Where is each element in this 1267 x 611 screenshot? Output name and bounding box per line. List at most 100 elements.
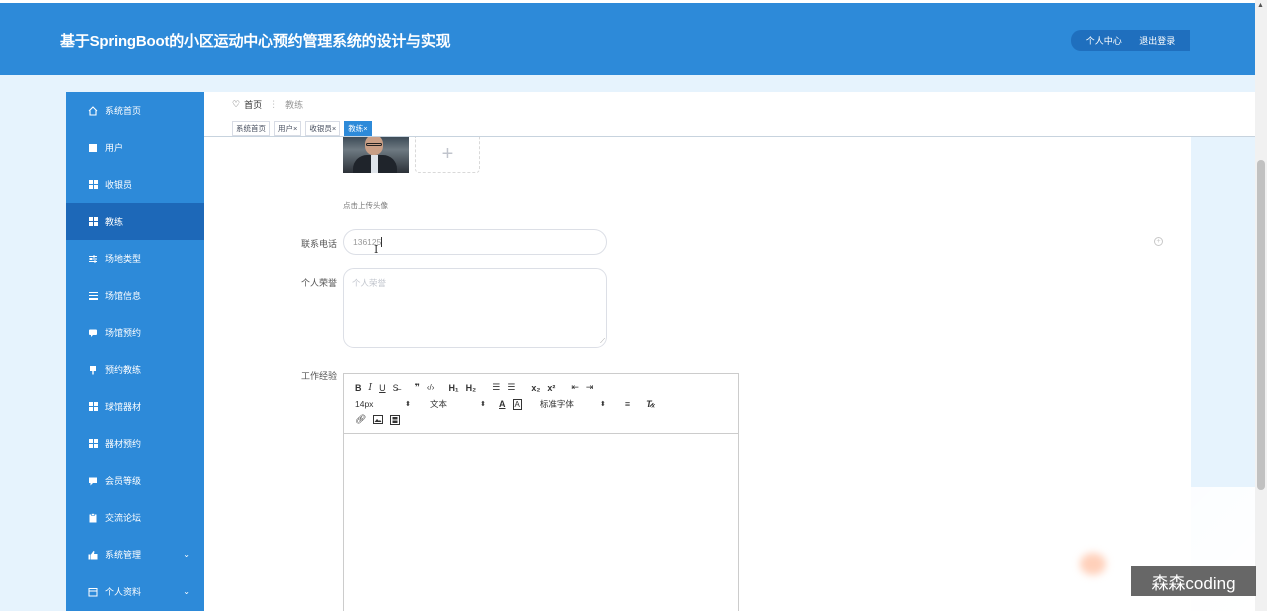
- bullet-list-icon[interactable]: ☰: [507, 382, 515, 393]
- avatar-upload-button[interactable]: +: [415, 137, 480, 173]
- add-circle-icon[interactable]: +: [1154, 237, 1163, 246]
- font-size-select[interactable]: 14px ⬍: [355, 399, 417, 409]
- select-arrow-icon: ⬍: [405, 401, 411, 408]
- sidebar-item-label: 用户: [105, 143, 124, 153]
- avatar-preview[interactable]: [343, 137, 409, 173]
- font-family-value: 标准字体: [539, 399, 574, 409]
- logout-link[interactable]: 退出登录: [1139, 34, 1175, 47]
- background-color-icon[interactable]: A: [512, 398, 522, 410]
- grid-icon: [88, 439, 98, 449]
- chevron-down-icon: ⌄: [183, 587, 190, 596]
- select-arrow-icon: ⬍: [480, 401, 486, 408]
- heading2-icon[interactable]: H₂: [466, 383, 477, 393]
- blockquote-icon[interactable]: ❞: [415, 382, 420, 393]
- sidebar-item-venue-booking[interactable]: 场馆预约: [66, 314, 204, 351]
- honor-placeholder: 个人荣誉: [352, 278, 387, 288]
- scrollbar-thumb[interactable]: [1257, 160, 1265, 490]
- code-icon[interactable]: ‹/›: [427, 383, 435, 392]
- chevron-down-icon: ⌄: [183, 550, 190, 559]
- text-type-select[interactable]: 文本 ⬍: [430, 398, 492, 410]
- upload-hint: 点击上传头像: [343, 201, 388, 210]
- sidebar-item-label: 场馆预约: [105, 328, 142, 338]
- tab-cashier[interactable]: 收银员 ×: [305, 121, 341, 136]
- breadcrumb: ♡ 首页 ⋮ 教练: [232, 98, 303, 111]
- sidebar-item-label: 交流论坛: [105, 513, 142, 523]
- align-icon[interactable]: ≡: [625, 399, 630, 409]
- home-icon: [88, 105, 98, 116]
- subscript-icon[interactable]: x₂: [531, 383, 540, 393]
- calendar-icon: [88, 587, 98, 597]
- sidebar-item-home[interactable]: 系统首页: [66, 92, 204, 129]
- font-size-value: 14px: [355, 399, 374, 409]
- image-icon[interactable]: [373, 415, 384, 424]
- italic-icon[interactable]: I: [369, 383, 373, 393]
- phone-input[interactable]: 136125: [343, 229, 607, 255]
- watermark-glow: [1080, 553, 1106, 575]
- tab-home[interactable]: 系统首页: [232, 121, 270, 136]
- bold-icon[interactable]: B: [355, 383, 362, 393]
- link-icon[interactable]: 🔗︎: [355, 414, 366, 425]
- breadcrumb-separator: ⋮: [269, 99, 279, 109]
- app-title: 基于SpringBoot的小区运动中心预约管理系统的设计与实现: [60, 33, 451, 50]
- sidebar-item-label: 预约教练: [105, 365, 142, 375]
- grid-icon: [88, 217, 98, 227]
- clipboard-icon: [88, 512, 98, 523]
- select-arrow-icon: ⬍: [599, 401, 606, 408]
- tab-label: 用户: [278, 124, 293, 133]
- phone-label: 联系电话: [300, 239, 337, 249]
- sidebar-item-coach[interactable]: 教练: [66, 203, 204, 240]
- scroll-up-arrow-icon[interactable]: ▲: [1257, 2, 1264, 9]
- sidebar-item-label: 场地类型: [105, 254, 142, 264]
- sidebar-item-member-level[interactable]: 会员等级: [66, 462, 204, 499]
- close-icon[interactable]: ×: [293, 124, 297, 133]
- close-icon[interactable]: ×: [363, 124, 367, 133]
- grid-icon: [88, 180, 98, 190]
- sidebar-item-users[interactable]: 用户: [66, 129, 204, 166]
- sidebar-item-profile[interactable]: 个人资料 ⌄: [66, 573, 204, 610]
- sidebar-item-cashier[interactable]: 收银员: [66, 166, 204, 203]
- tab-coach[interactable]: 教练 ×: [344, 121, 372, 136]
- text-type-value: 文本: [430, 399, 448, 409]
- ibeam-cursor-icon: I: [374, 243, 379, 256]
- outdent-icon[interactable]: ⇤: [571, 382, 579, 393]
- superscript-icon[interactable]: x²: [547, 383, 555, 393]
- sidebar-item-equipment-booking[interactable]: 器材预约: [66, 425, 204, 462]
- strikethrough-icon[interactable]: S̶: [393, 383, 399, 393]
- page-scrollbar[interactable]: ▲: [1255, 0, 1267, 611]
- tab-label: 教练: [348, 124, 364, 133]
- tab-users[interactable]: 用户 ×: [274, 121, 302, 136]
- breadcrumb-bar: ♡ 首页 ⋮ 教练 系统首页 用户 × 收银员 × 教练 ×: [204, 92, 1255, 137]
- close-icon[interactable]: ×: [332, 124, 336, 133]
- chat-icon: [88, 328, 98, 338]
- sidebar-item-system[interactable]: 系统管理 ⌄: [66, 536, 204, 573]
- profile-link[interactable]: 个人中心: [1086, 34, 1122, 47]
- sidebar-item-coach-booking[interactable]: 预约教练: [66, 351, 204, 388]
- ordered-list-icon[interactable]: ☰: [492, 382, 500, 393]
- underline-icon[interactable]: U: [379, 383, 386, 393]
- sidebar-item-venue-type[interactable]: 场地类型: [66, 240, 204, 277]
- header-actions: 个人中心 退出登录: [1071, 30, 1190, 51]
- breadcrumb-home[interactable]: 首页: [244, 98, 262, 111]
- video-icon[interactable]: [390, 414, 401, 425]
- heart-icon: ♡: [232, 99, 241, 109]
- sidebar-item-venue-info[interactable]: 场馆信息: [66, 277, 204, 314]
- sliders-icon: [88, 254, 98, 264]
- sidebar-item-forum[interactable]: 交流论坛: [66, 499, 204, 536]
- tab-label: 系统首页: [236, 124, 266, 133]
- sidebar-item-equipment[interactable]: 球馆器材: [66, 388, 204, 425]
- heading1-icon[interactable]: H₁: [448, 383, 458, 393]
- sidebar-item-label: 系统首页: [105, 106, 142, 116]
- resize-grip-icon[interactable]: ⟋: [600, 338, 605, 346]
- message-icon: [88, 476, 98, 486]
- indent-icon[interactable]: ⇥: [586, 382, 594, 393]
- font-color-icon[interactable]: A: [499, 399, 506, 409]
- text-caret: [381, 237, 383, 247]
- clear-format-icon[interactable]: T̷ₓ: [646, 399, 655, 409]
- font-family-select[interactable]: 标准字体 ⬍: [540, 398, 612, 410]
- sidebar-item-label: 器材预约: [105, 439, 142, 449]
- watermark: 森森coding: [1131, 566, 1256, 596]
- breadcrumb-current: 教练: [285, 100, 304, 110]
- editor-content-area[interactable]: [344, 434, 738, 611]
- rich-text-editor: B I U S̶ ❞ ‹/› H₁ H₂ ☰ ☰ x₂ x² ⇤ ⇥ 14px ⬍…: [343, 373, 739, 611]
- honor-textarea[interactable]: 个人荣誉 ⟋: [343, 268, 607, 348]
